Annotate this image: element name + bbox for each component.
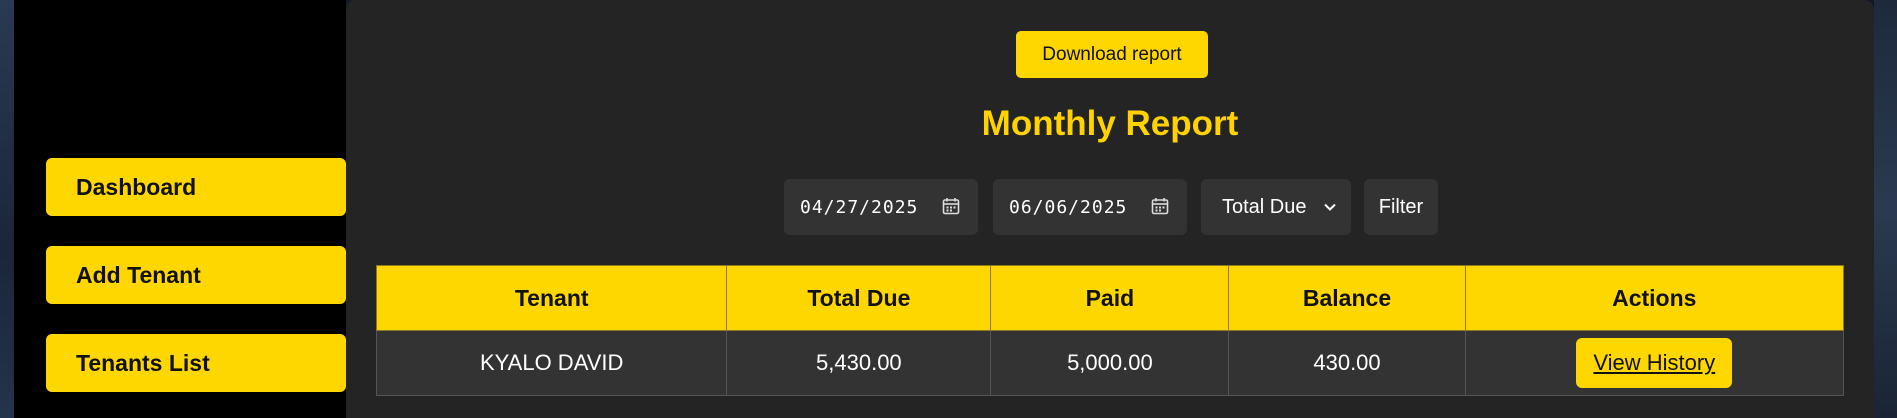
sidebar-item-dashboard[interactable]: Dashboard <box>46 158 346 216</box>
cell-tenant: KYALO DAVID <box>375 330 728 396</box>
cell-total-due: 5,430.00 <box>726 330 992 396</box>
sidebar-item-add-tenant[interactable]: Add Tenant <box>46 246 346 304</box>
report-table: Tenant Total Due Paid Balance Actions KY… <box>375 265 1845 396</box>
sidebar-item-label: Tenants List <box>76 349 210 376</box>
column-header-actions: Actions <box>1464 265 1845 331</box>
calendar-icon[interactable] <box>942 197 960 215</box>
sidebar-item-label: Add Tenant <box>76 261 201 288</box>
sidebar-item-tenants-list[interactable]: Tenants List <box>46 334 346 392</box>
cell-balance: 430.00 <box>1228 330 1466 396</box>
table-row: KYALO DAVID 5,430.00 5,000.00 430.00 Vie… <box>375 330 1845 396</box>
column-header-paid: Paid <box>990 265 1230 331</box>
table-header-row: Tenant Total Due Paid Balance Actions <box>375 265 1845 331</box>
page-title: Monthly Report <box>981 104 1239 143</box>
start-date-value: 04/27/2025 <box>800 196 919 218</box>
column-header-total-due: Total Due <box>726 265 992 331</box>
sidebar: Dashboard Add Tenant Tenants List <box>14 0 346 418</box>
column-header-tenant: Tenant <box>375 265 728 331</box>
app-page: Dashboard Add Tenant Tenants List Downlo… <box>0 0 1897 418</box>
chevron-down-icon <box>1324 203 1336 211</box>
sort-select[interactable]: Total Due <box>1201 179 1351 235</box>
sidebar-item-label: Dashboard <box>76 173 197 200</box>
background-edge-left <box>0 0 14 418</box>
end-date-value: 06/06/2025 <box>1009 196 1128 218</box>
calendar-icon[interactable] <box>1151 197 1169 215</box>
filter-button[interactable]: Filter <box>1364 179 1438 235</box>
background-edge-right <box>1874 0 1897 418</box>
column-header-balance: Balance <box>1228 265 1466 331</box>
main-panel: Download report Monthly Report 04/27/202… <box>346 0 1874 418</box>
sort-select-value: Total Due <box>1222 195 1307 218</box>
download-report-button[interactable]: Download report <box>1016 31 1208 78</box>
cell-paid: 5,000.00 <box>990 330 1230 396</box>
start-date-input[interactable]: 04/27/2025 <box>784 179 978 235</box>
end-date-input[interactable]: 06/06/2025 <box>993 179 1187 235</box>
cell-actions: View History <box>1464 330 1845 396</box>
view-history-button[interactable]: View History <box>1576 338 1733 388</box>
